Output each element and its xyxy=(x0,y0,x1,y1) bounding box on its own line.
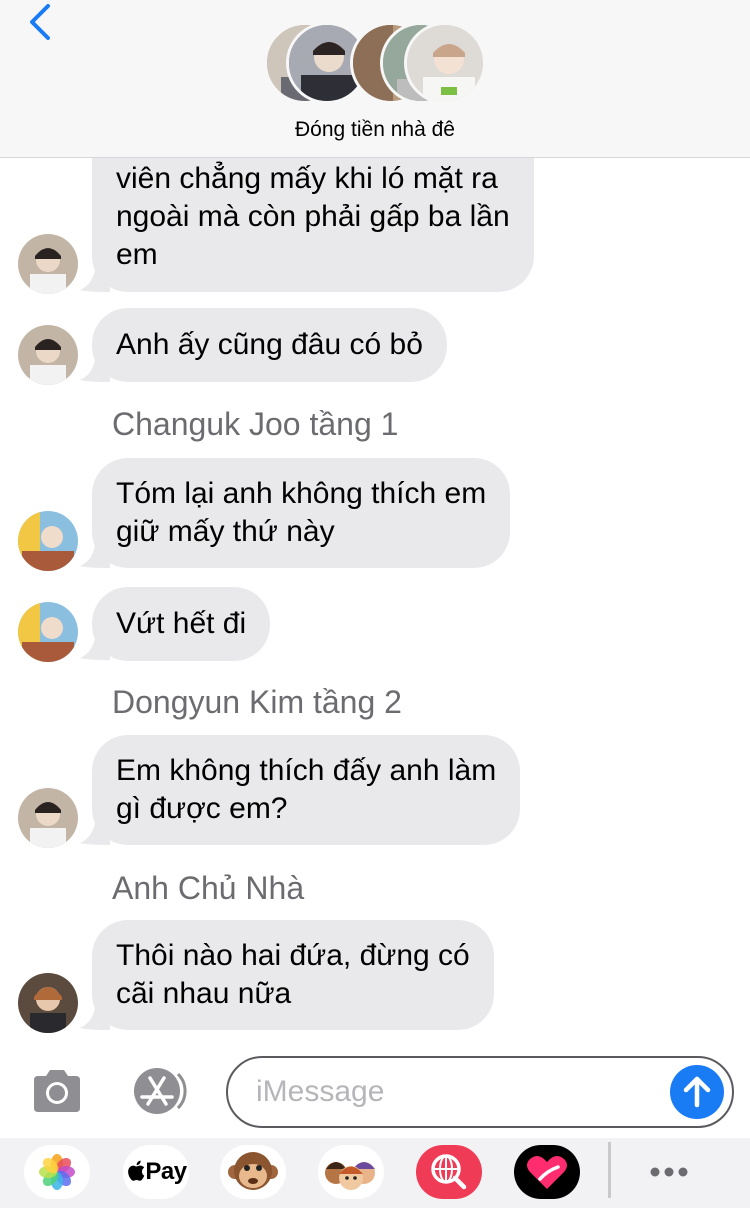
message-bubble[interactable]: Vứt hết đi xyxy=(92,587,271,661)
avatar[interactable] xyxy=(18,788,78,848)
message-input-field[interactable] xyxy=(226,1056,734,1128)
avatar[interactable] xyxy=(18,511,78,571)
message-bubble[interactable]: Tóm lại anh không thích em giữ mấy thứ n… xyxy=(92,458,511,568)
sender-name: Anh Chủ Nhà xyxy=(112,870,305,906)
bubble-tail xyxy=(80,817,110,845)
message-line: Thôi nào hai đứa, đừng có xyxy=(116,939,470,972)
message-bubble[interactable]: viên chẳng mấy khi ló mặt ra ngoài mà cò… xyxy=(92,158,534,292)
message-bubble[interactable]: Em không thích đấy anh làm gì được em? xyxy=(92,735,521,845)
bubble-tail xyxy=(80,540,110,568)
bubble-tail xyxy=(80,354,110,382)
group-member-avatar xyxy=(404,22,486,104)
message-thread[interactable]: viên chẳng mấy khi ló mặt ra ngoài mà cò… xyxy=(0,158,750,1048)
message-line: gì được em? xyxy=(116,792,288,825)
conversation-header: Đóng tiền nhà đê xyxy=(0,0,750,158)
avatar[interactable] xyxy=(18,602,78,662)
memoji-app-icon[interactable] xyxy=(318,1145,384,1199)
sender-name: Changuk Joo tầng 1 xyxy=(112,406,399,442)
group-avatar-stack[interactable] xyxy=(264,22,488,106)
message-line: Tóm lại anh không thích em xyxy=(116,477,487,510)
animoji-monkey-app-icon[interactable] xyxy=(220,1145,286,1199)
digital-touch-app-icon[interactable] xyxy=(514,1145,580,1199)
message-line: ngoài mà còn phải gấp ba lần xyxy=(116,200,510,233)
chevron-left-icon[interactable] xyxy=(22,2,62,42)
photos-app-icon[interactable] xyxy=(24,1145,90,1199)
message-line: viên chẳng mấy khi ló mặt ra xyxy=(116,162,498,195)
apple-pay-app-icon[interactable]: Pay xyxy=(123,1145,189,1199)
camera-icon[interactable] xyxy=(30,1066,84,1116)
message-line: em xyxy=(116,238,158,271)
message-bubble[interactable]: Anh ấy cũng đâu có bỏ xyxy=(92,308,447,382)
drawer-divider xyxy=(608,1142,611,1198)
more-apps-icon[interactable] xyxy=(636,1145,702,1199)
bubble-tail xyxy=(80,632,110,660)
message-line: Vứt hết đi xyxy=(116,607,247,640)
sender-name: Dongyun Kim tầng 2 xyxy=(112,684,402,720)
bubble-tail xyxy=(80,264,110,292)
message-line: giữ mấy thứ này xyxy=(116,515,335,548)
message-line: Anh ấy cũng đâu có bỏ xyxy=(116,328,423,361)
compose-bar xyxy=(0,1048,750,1138)
apple-pay-label: Pay xyxy=(145,1158,187,1185)
imessage-app-drawer: Pay xyxy=(0,1138,750,1208)
message-line: cãi nhau nữa xyxy=(116,977,292,1010)
message-line: Em không thích đấy anh làm xyxy=(116,754,497,787)
message-input[interactable] xyxy=(256,1072,656,1112)
send-button[interactable] xyxy=(670,1065,724,1119)
bubble-tail xyxy=(80,1002,110,1030)
web-image-search-app-icon[interactable] xyxy=(416,1145,482,1199)
group-name[interactable]: Đóng tiền nhà đê xyxy=(0,118,750,142)
avatar[interactable] xyxy=(18,325,78,385)
message-bubble[interactable]: Thôi nào hai đứa, đừng có cãi nhau nữa xyxy=(92,920,494,1030)
send-arrow-icon xyxy=(683,1076,711,1108)
avatar[interactable] xyxy=(18,234,78,294)
app-store-icon[interactable] xyxy=(126,1066,190,1116)
avatar[interactable] xyxy=(18,973,78,1033)
